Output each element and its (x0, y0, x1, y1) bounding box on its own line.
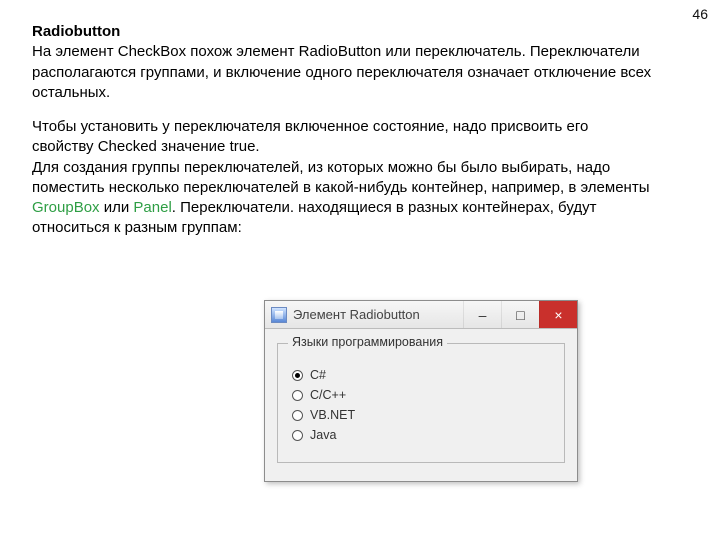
para-checked: Чтобы установить у переключателя включен… (32, 117, 652, 158)
radio-icon (292, 390, 303, 401)
window-title: Элемент Radiobutton (293, 307, 463, 322)
maximize-button[interactable]: □ (501, 301, 539, 328)
heading-radiobutton: Radiobutton (32, 22, 652, 42)
radio-label: C# (310, 368, 326, 382)
article-body: Radiobutton На элемент CheckBox похож эл… (32, 22, 652, 239)
radio-item[interactable]: C# (292, 368, 550, 382)
radio-item[interactable]: Java (292, 428, 550, 442)
para-containers-prefix: Для создания группы переключателей, из к… (32, 159, 649, 196)
app-icon (271, 307, 287, 323)
para-containers: Для создания группы переключателей, из к… (32, 158, 652, 239)
minimize-button[interactable]: – (463, 301, 501, 328)
minimize-icon: – (479, 307, 487, 323)
close-icon: × (554, 307, 562, 323)
radio-label: Java (310, 428, 336, 442)
window-body: Языки программирования C# C/C++ VB.NET Java (265, 329, 577, 481)
radio-label: VB.NET (310, 408, 355, 422)
page-number: 46 (692, 6, 708, 22)
winform-window: Элемент Radiobutton – □ × Языки программ… (264, 300, 578, 482)
groupbox-languages: Языки программирования C#C/C++VB.NETJava (277, 343, 565, 463)
radio-list: C# C/C++ VB.NET Java (292, 368, 550, 442)
para-intro: На элемент CheckBox похож элемент RadioB… (32, 42, 652, 103)
maximize-icon: □ (516, 307, 524, 323)
radio-item[interactable]: C/C++ (292, 388, 550, 402)
window-buttons: – □ × (463, 301, 577, 328)
radio-icon (292, 410, 303, 421)
keyword-groupbox: GroupBox (32, 199, 100, 216)
keyword-panel: Panel (133, 199, 171, 216)
groupbox-legend: Языки программирования (288, 335, 447, 349)
radio-label: C/C++ (310, 388, 346, 402)
titlebar[interactable]: Элемент Radiobutton – □ × (265, 301, 577, 329)
para-containers-mid: или (100, 199, 134, 216)
radio-icon (292, 370, 303, 381)
radio-item[interactable]: VB.NET (292, 408, 550, 422)
radio-icon (292, 430, 303, 441)
close-button[interactable]: × (539, 301, 577, 328)
